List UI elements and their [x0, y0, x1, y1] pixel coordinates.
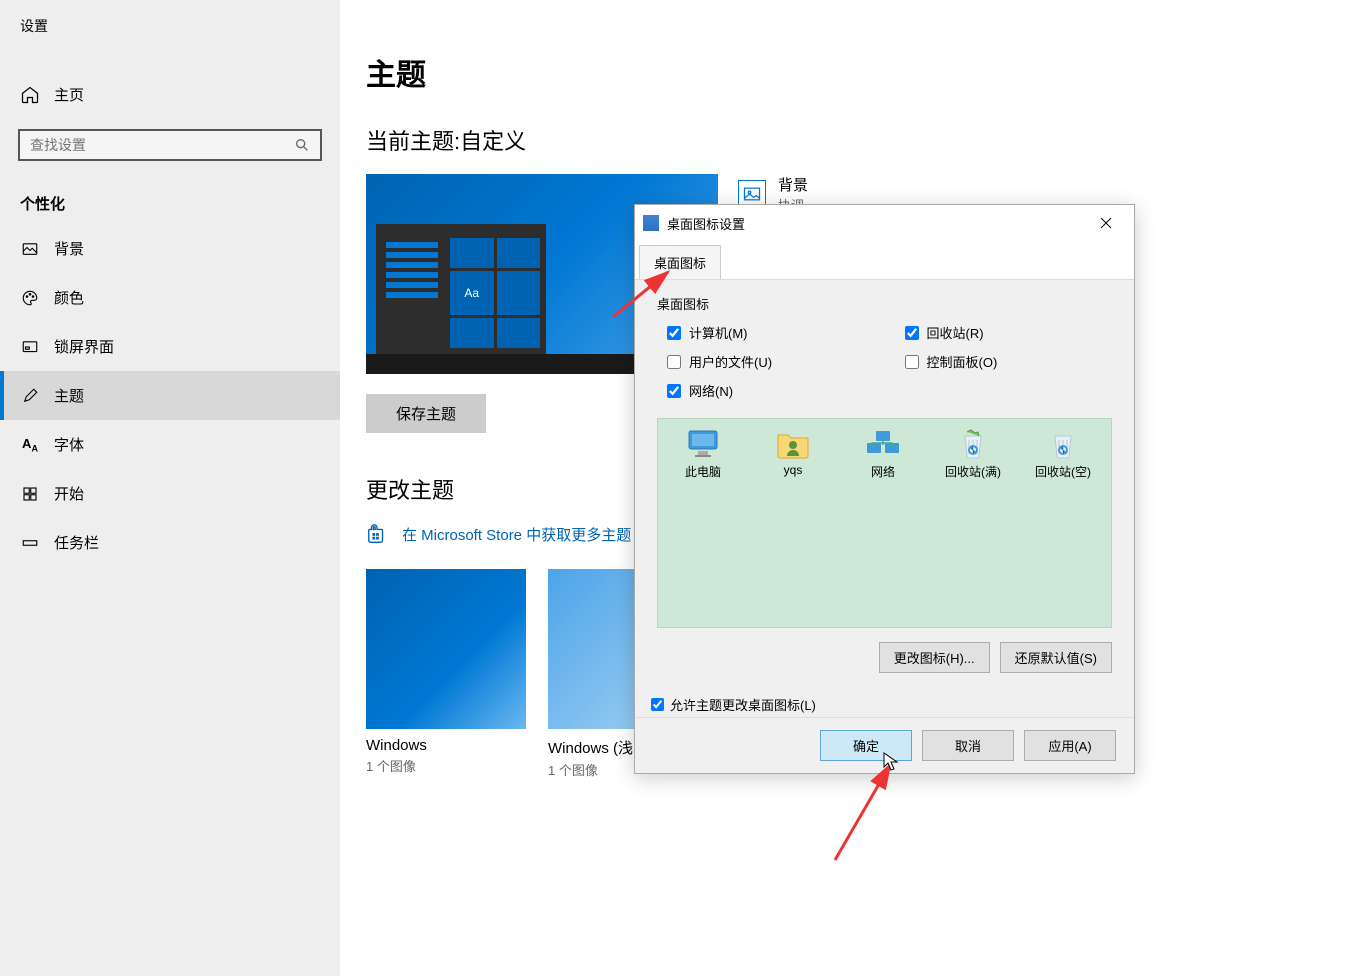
theme-card[interactable]: Windows 1 个图像 [366, 569, 526, 779]
theme-card-name: Windows [366, 737, 526, 754]
checkbox-controlpanel[interactable]: 控制面板(O) [905, 352, 1113, 371]
store-link-label: 在 Microsoft Store 中获取更多主题 [402, 524, 631, 545]
preview-icon-recyclebin-empty[interactable]: 回收站(空) [1026, 429, 1100, 480]
preview-icon-network[interactable]: 网络 [846, 429, 920, 480]
sidebar-item-background[interactable]: 背景 [0, 224, 340, 273]
prop-label: 背景 [778, 174, 808, 195]
cursor-icon [883, 752, 899, 772]
dialog-title: 桌面图标设置 [667, 214, 1086, 233]
sidebar-item-label: 颜色 [54, 287, 84, 308]
icon-action-row: 更改图标(H)... 还原默认值(S) [657, 642, 1112, 673]
preview-icon-recyclebin-full[interactable]: 回收站(满) [936, 429, 1010, 480]
font-icon: AA [20, 435, 40, 455]
home-label: 主页 [54, 84, 84, 105]
dialog-icon [643, 215, 659, 231]
apply-button[interactable]: 应用(A) [1024, 730, 1116, 761]
store-icon [366, 523, 388, 545]
sidebar-item-label: 主题 [54, 385, 84, 406]
home-icon [20, 85, 40, 105]
dialog-titlebar[interactable]: 桌面图标设置 [635, 205, 1134, 241]
close-icon [1100, 217, 1112, 229]
page-title: 主题 [366, 50, 1350, 94]
preview-icon-user[interactable]: yqs [756, 429, 830, 477]
sidebar-item-label: 背景 [54, 238, 84, 259]
category-header: 个性化 [0, 173, 340, 224]
picture-icon [20, 239, 40, 259]
computer-icon [685, 429, 721, 459]
sidebar-item-start[interactable]: 开始 [0, 469, 340, 518]
theme-thumbnail [366, 569, 526, 729]
sidebar-header: 设置 [0, 10, 340, 42]
search-input-container[interactable] [18, 129, 322, 161]
checkbox-recyclebin[interactable]: 回收站(R) [905, 323, 1113, 342]
sidebar-item-label: 锁屏界面 [54, 336, 114, 357]
icon-preview-panel[interactable]: 此电脑 yqs 网络 回收站(满) 回收站(空) [657, 418, 1112, 628]
recyclebin-empty-icon [1045, 429, 1081, 459]
restore-defaults-button[interactable]: 还原默认值(S) [1000, 642, 1112, 673]
sidebar-item-lockscreen[interactable]: 锁屏界面 [0, 322, 340, 371]
theme-card-count: 1 个图像 [366, 756, 526, 775]
dialog-tabbar: 桌面图标 [635, 241, 1134, 280]
recyclebin-full-icon [955, 429, 991, 459]
folder-user-icon [775, 429, 811, 459]
search-input[interactable] [30, 137, 294, 153]
desktop-icon-settings-dialog: 桌面图标设置 桌面图标 桌面图标 计算机(M) 回收站(R) 用户的文件(U) … [634, 204, 1135, 774]
cancel-button[interactable]: 取消 [922, 730, 1014, 761]
home-item[interactable]: 主页 [0, 72, 340, 117]
settings-sidebar: 设置 主页 个性化 背景 颜色 锁屏界面 主题 AA 字体 开始 任务栏 [0, 0, 340, 976]
allow-theme-checkbox[interactable]: 允许主题更改桌面图标(L) [651, 695, 1112, 714]
checkbox-computer[interactable]: 计算机(M) [667, 323, 875, 342]
group-label: 桌面图标 [657, 294, 1112, 313]
tab-desktop-icons[interactable]: 桌面图标 [639, 245, 721, 279]
sidebar-item-themes[interactable]: 主题 [0, 371, 340, 420]
sidebar-item-taskbar[interactable]: 任务栏 [0, 518, 340, 567]
network-icon [865, 429, 901, 459]
palette-icon [20, 288, 40, 308]
sidebar-item-fonts[interactable]: AA 字体 [0, 420, 340, 469]
sidebar-item-label: 开始 [54, 483, 84, 504]
sidebar-item-label: 字体 [54, 434, 84, 455]
change-icon-button[interactable]: 更改图标(H)... [879, 642, 990, 673]
checkbox-userfiles[interactable]: 用户的文件(U) [667, 352, 875, 371]
save-theme-button[interactable]: 保存主题 [366, 394, 486, 433]
lockscreen-icon [20, 337, 40, 357]
search-icon [294, 137, 310, 153]
dialog-body: 桌面图标 计算机(M) 回收站(R) 用户的文件(U) 控制面板(O) 网络(N… [635, 280, 1134, 728]
sidebar-item-label: 任务栏 [54, 532, 99, 553]
current-theme-label: 当前主题:自定义 [366, 124, 1350, 156]
checkbox-network[interactable]: 网络(N) [667, 381, 875, 400]
preview-icon-computer[interactable]: 此电脑 [666, 429, 740, 480]
taskbar-icon [20, 533, 40, 553]
brush-icon [20, 386, 40, 406]
close-button[interactable] [1086, 211, 1126, 235]
checkbox-grid: 计算机(M) 回收站(R) 用户的文件(U) 控制面板(O) 网络(N) [667, 323, 1112, 400]
start-icon [20, 484, 40, 504]
sidebar-item-colors[interactable]: 颜色 [0, 273, 340, 322]
